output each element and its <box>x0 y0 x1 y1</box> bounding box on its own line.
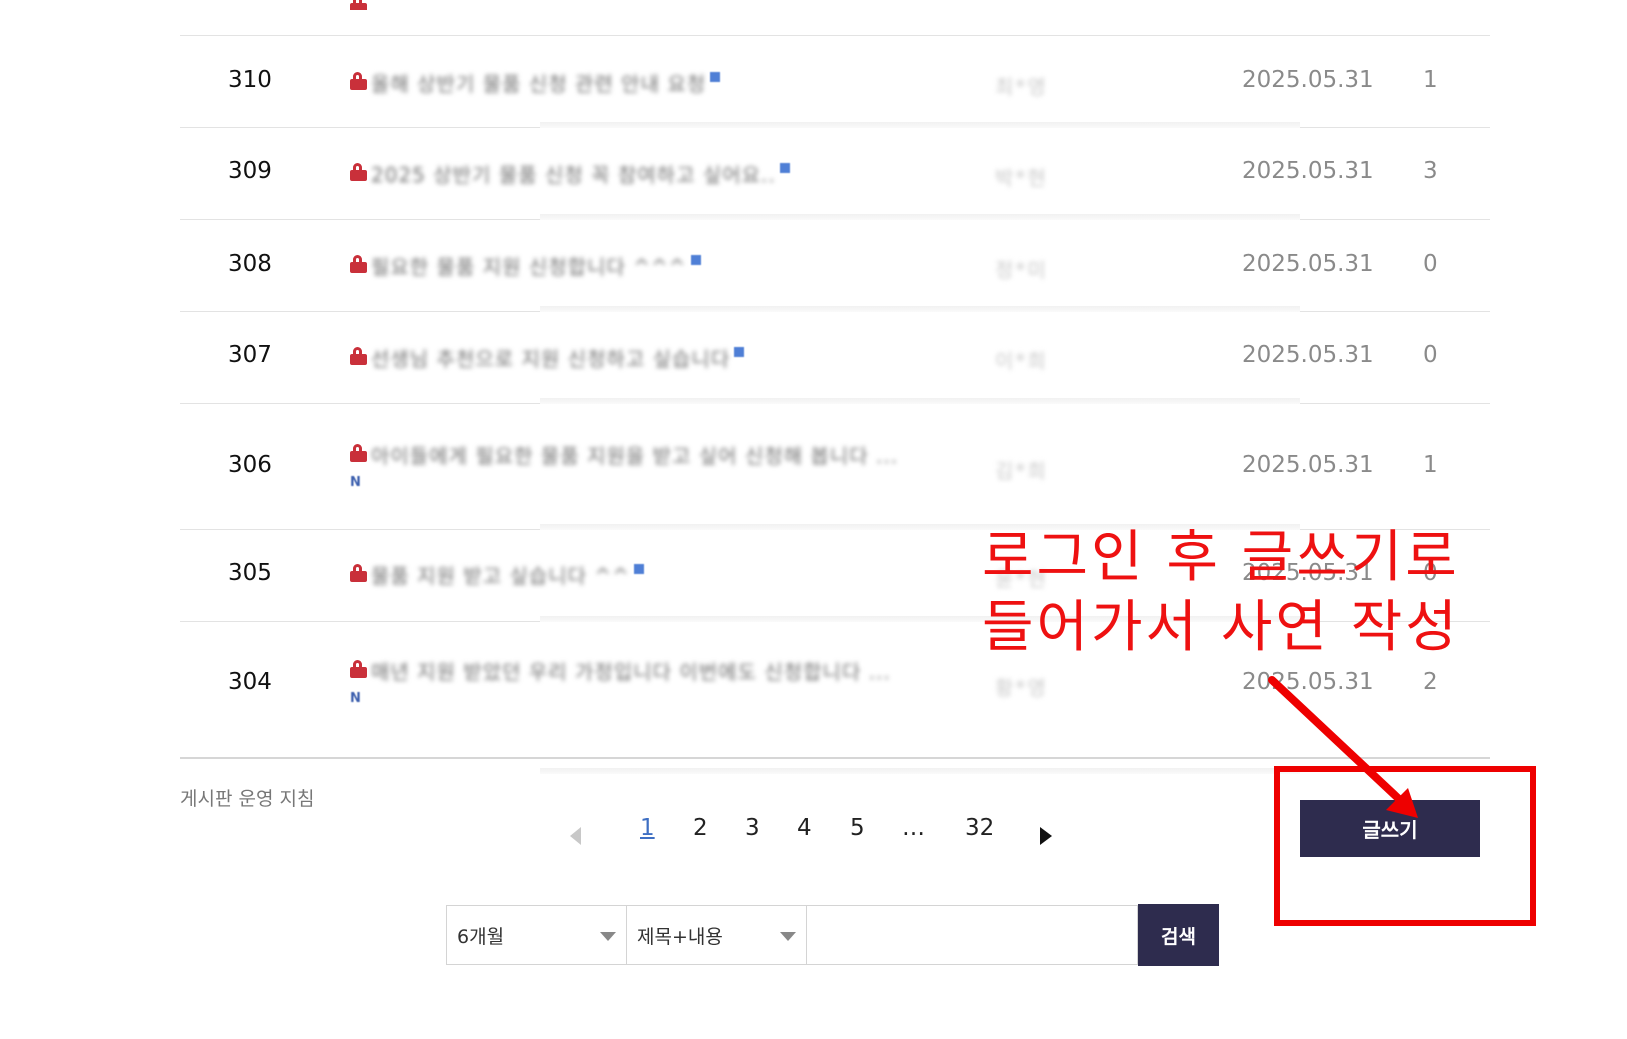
post-title-link[interactable]: 매년 지원 받았던 우리 가정입니다 이번에도 신청합니다 ... N <box>350 656 960 706</box>
post-author: 정*미 <box>995 258 1048 282</box>
lock-icon <box>350 564 367 582</box>
post-title-link[interactable]: 2025 상반기 물품 신청 꼭 참여하고 싶어요.. <box>350 159 960 188</box>
lock-icon <box>350 444 367 462</box>
post-title: 필요한 물품 지원 신청합니다 ^^^ <box>371 255 687 279</box>
post-date: 2025.05.31 <box>1242 251 1374 277</box>
post-views: 0 <box>1423 251 1438 277</box>
post-title: 물품 지원 받고 싶습니다 ^^ <box>371 564 630 588</box>
lock-icon <box>350 72 367 90</box>
post-author: 박*현 <box>995 166 1048 190</box>
annotation-line-2: 들어가서 사연 작성 <box>982 595 1460 660</box>
post-number: 305 <box>228 560 272 586</box>
table-row[interactable]: 309 2025 상반기 물품 신청 꼭 참여하고 싶어요.. 박*현 2025… <box>180 128 1490 220</box>
image-attachment-icon <box>710 72 721 82</box>
post-number: 308 <box>228 251 272 277</box>
post-date: 2025.05.31 <box>1242 669 1374 695</box>
post-number: 307 <box>228 342 272 368</box>
post-views: 1 <box>1423 452 1438 478</box>
chevron-down-icon <box>600 932 616 941</box>
lock-icon <box>350 163 367 181</box>
annotation-highlight-box <box>1274 766 1536 926</box>
pagination-ellipsis: … <box>902 815 925 841</box>
post-date: 2025.05.31 <box>1242 158 1374 184</box>
page-3[interactable]: 3 <box>745 815 760 841</box>
field-select[interactable]: 제목+내용 <box>626 905 806 965</box>
partial-row <box>180 0 1490 10</box>
page-last[interactable]: 32 <box>965 815 994 841</box>
image-attachment-icon <box>734 347 745 357</box>
table-row[interactable]: 306 아이들에게 필요한 물품 지원을 받고 싶어 신청해 봅니다 ... N… <box>180 404 1490 530</box>
post-title: 선생님 추천으로 지원 신청하고 싶습니다 <box>371 347 731 371</box>
search-button[interactable]: 검색 <box>1138 904 1219 966</box>
post-author: 최*영 <box>995 75 1048 99</box>
page-1[interactable]: 1 <box>640 815 655 841</box>
post-number: 310 <box>228 67 272 93</box>
post-title: 2025 상반기 물품 신청 꼭 참여하고 싶어요.. <box>371 163 776 187</box>
prev-page-icon[interactable] <box>570 827 581 845</box>
post-title-link[interactable]: 아이들에게 필요한 물품 지원을 받고 싶어 신청해 봅니다 ... N <box>350 440 960 490</box>
image-attachment-icon <box>633 564 644 574</box>
post-title-link[interactable]: 선생님 추천으로 지원 신청하고 싶습니다 <box>350 343 960 372</box>
lock-icon <box>350 347 367 365</box>
post-number: 304 <box>228 669 272 695</box>
board-guidelines-link[interactable]: 게시판 운영 지침 <box>180 784 314 811</box>
post-date: 2025.05.31 <box>1242 67 1374 93</box>
chevron-down-icon <box>780 932 796 941</box>
post-date: 2025.05.31 <box>1242 452 1374 478</box>
image-attachment-icon <box>690 255 701 265</box>
post-views: 3 <box>1423 158 1438 184</box>
post-title: 아이들에게 필요한 물품 지원을 받고 싶어 신청해 봅니다 ... <box>371 444 899 468</box>
field-select-value: 제목+내용 <box>637 925 723 948</box>
post-title-link[interactable]: 올해 상반기 물품 신청 관련 안내 요청 <box>350 68 960 97</box>
post-author: 황*영 <box>995 676 1048 700</box>
lock-icon <box>350 660 367 678</box>
table-row[interactable]: 310 올해 상반기 물품 신청 관련 안내 요청 최*영 2025.05.31… <box>180 36 1490 128</box>
post-number: 309 <box>228 158 272 184</box>
post-views: 1 <box>1423 67 1438 93</box>
annotation-text: 로그인 후 글쓰기로 들어가서 사연 작성 <box>982 523 1460 663</box>
post-number: 306 <box>228 452 272 478</box>
annotation-line-1: 로그인 후 글쓰기로 <box>982 525 1460 590</box>
new-badge: N <box>350 691 361 706</box>
post-views: 0 <box>1423 342 1438 368</box>
post-title-link[interactable]: 물품 지원 받고 싶습니다 ^^ <box>350 560 960 589</box>
post-title: 올해 상반기 물품 신청 관련 안내 요청 <box>371 72 707 96</box>
period-select[interactable]: 6개월 <box>446 905 626 965</box>
period-select-value: 6개월 <box>457 925 505 948</box>
search-area: 6개월 제목+내용 검색 <box>446 904 1219 967</box>
post-date: 2025.05.31 <box>1242 342 1374 368</box>
page-2[interactable]: 2 <box>693 815 708 841</box>
divider <box>540 768 1300 774</box>
new-badge: N <box>350 475 361 490</box>
table-bottom-border <box>180 757 1490 759</box>
post-author: 이*희 <box>995 349 1048 373</box>
page-5[interactable]: 5 <box>850 815 865 841</box>
search-input[interactable] <box>806 905 1138 965</box>
post-author: 김*희 <box>995 459 1048 483</box>
next-page-icon[interactable] <box>1040 827 1052 845</box>
page-4[interactable]: 4 <box>797 815 812 841</box>
table-row[interactable]: 307 선생님 추천으로 지원 신청하고 싶습니다 이*희 2025.05.31… <box>180 312 1490 404</box>
lock-icon <box>350 255 367 273</box>
image-attachment-icon <box>779 163 790 173</box>
post-views: 2 <box>1423 669 1438 695</box>
post-title: 매년 지원 받았던 우리 가정입니다 이번에도 신청합니다 ... <box>371 660 891 684</box>
lock-icon <box>350 0 367 10</box>
post-title-link[interactable]: 필요한 물품 지원 신청합니다 ^^^ <box>350 251 960 280</box>
table-row[interactable]: 308 필요한 물품 지원 신청합니다 ^^^ 정*미 2025.05.31 0 <box>180 220 1490 312</box>
